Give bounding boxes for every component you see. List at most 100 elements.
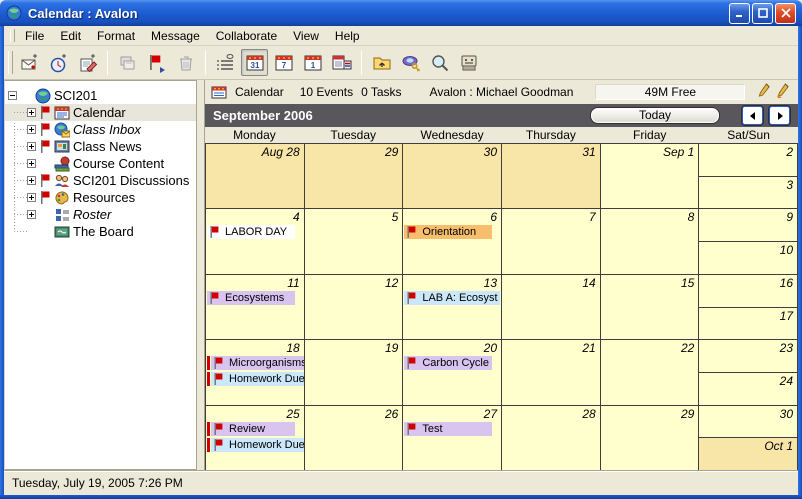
parent-folder-icon[interactable] [368, 49, 395, 76]
day-cell[interactable]: Sep 1 [601, 144, 700, 208]
menu-collaborate[interactable]: Collaborate [208, 27, 285, 45]
day-cell[interactable]: 22 [601, 340, 700, 404]
day-cell[interactable]: 8 [601, 209, 700, 273]
day-cell[interactable]: 21 [502, 340, 601, 404]
day-cell[interactable]: 29 [601, 406, 700, 470]
day-cell[interactable]: 10 [699, 242, 797, 274]
calendar-event[interactable]: Microorganisms [207, 356, 295, 370]
day-cell[interactable]: 20Carbon Cycle [403, 340, 502, 404]
menu-file[interactable]: File [17, 27, 52, 45]
day-cell[interactable]: 17 [699, 308, 797, 340]
pane-splitter[interactable] [197, 80, 204, 470]
day-cell[interactable]: 26 [305, 406, 404, 470]
day-cell[interactable]: 4LABOR DAY [206, 209, 305, 273]
day-cell[interactable]: 12 [305, 275, 404, 339]
day-cell[interactable]: 18MicroorganismsHomework Due [206, 340, 305, 404]
day-view-icon[interactable]: 1 [299, 49, 326, 76]
flag-icon[interactable] [143, 49, 170, 76]
date-label: 12 [305, 275, 403, 291]
date-label: 27 [403, 406, 501, 422]
day-cell[interactable]: 13LAB A: Ecosyst [403, 275, 502, 339]
day-cell[interactable]: Aug 28 [206, 144, 305, 208]
panel-title: Calendar [235, 85, 284, 99]
expand-icon[interactable] [27, 193, 36, 202]
close-button[interactable] [775, 3, 796, 24]
calendar-event[interactable]: Homework Due [207, 372, 295, 386]
board-icon [54, 224, 70, 240]
day-cell[interactable]: 5 [305, 209, 404, 273]
title-bar[interactable]: Calendar : Avalon [0, 0, 802, 26]
calendar-event[interactable]: Ecosystems [207, 291, 295, 305]
new-note-icon[interactable] [74, 49, 101, 76]
calendar-event[interactable]: Homework Due [207, 438, 295, 452]
expand-icon[interactable] [27, 142, 36, 151]
day-cell[interactable]: 30 [403, 144, 502, 208]
day-cell[interactable]: 30 [699, 406, 797, 439]
day-cell[interactable]: 31 [502, 144, 601, 208]
event-body: Orientation [404, 225, 492, 239]
sidebar-item-sci201-discussions[interactable]: SCI201 Discussions [5, 172, 196, 189]
flag-icon [40, 140, 52, 153]
week-view-icon[interactable]: 7 [270, 49, 297, 76]
calendar-event[interactable]: Review [207, 422, 295, 436]
expand-icon[interactable] [27, 176, 36, 185]
tree-item-label: The Board [73, 224, 134, 239]
next-month-button[interactable] [769, 106, 790, 125]
day-cell[interactable]: 7 [502, 209, 601, 273]
sidebar-item-roster[interactable]: Roster [5, 206, 196, 223]
tree-item-label: Resources [73, 190, 135, 205]
calendar-event[interactable]: LAB A: Ecosyst [404, 291, 492, 305]
tree-root-sci201[interactable]: SCI201 [5, 87, 196, 104]
day-cell[interactable]: 6Orientation [403, 209, 502, 273]
day-cell[interactable]: 16 [699, 275, 797, 308]
day-cell[interactable]: 28 [502, 406, 601, 470]
menu-format[interactable]: Format [89, 27, 143, 45]
minimize-button[interactable] [729, 3, 750, 24]
calendar-event[interactable]: LABOR DAY [207, 225, 295, 239]
calendar-event[interactable]: Carbon Cycle [404, 356, 492, 370]
expand-icon[interactable] [27, 125, 36, 134]
month-view-icon[interactable]: 31 [241, 49, 268, 76]
menu-view[interactable]: View [285, 27, 327, 45]
new-message-icon[interactable] [16, 49, 43, 76]
menu-edit[interactable]: Edit [52, 27, 89, 45]
expand-icon[interactable] [27, 108, 36, 117]
list-view-icon[interactable] [212, 49, 239, 76]
expand-icon[interactable] [27, 210, 36, 219]
calendar-event[interactable]: Orientation [404, 225, 492, 239]
date-label: 29 [601, 406, 699, 422]
sidebar-item-class-inbox[interactable]: Class Inbox [5, 121, 196, 138]
search-icon[interactable] [426, 49, 453, 76]
expand-icon[interactable] [27, 159, 36, 168]
today-button[interactable]: Today [590, 107, 720, 124]
day-cell[interactable]: 3 [699, 177, 797, 209]
collapse-icon[interactable] [8, 91, 17, 100]
day-cell[interactable]: 19 [305, 340, 404, 404]
menu-message[interactable]: Message [143, 27, 208, 45]
day-cell[interactable]: 9 [699, 209, 797, 242]
permissions-icon[interactable] [397, 49, 424, 76]
maximize-button[interactable] [752, 3, 773, 24]
print-icon[interactable] [455, 49, 482, 76]
day-cell[interactable]: 29 [305, 144, 404, 208]
day-cell[interactable]: Oct 1 [699, 438, 797, 470]
date-label: 30 [699, 406, 797, 422]
day-cell[interactable]: 27Test [403, 406, 502, 470]
sidebar-item-course-content[interactable]: Course Content [5, 155, 196, 172]
sidebar-item-class-news[interactable]: Class News [5, 138, 196, 155]
menu-help[interactable]: Help [327, 27, 368, 45]
sidebar-item-resources[interactable]: Resources [5, 189, 196, 206]
day-cell[interactable]: 25ReviewHomework Due [206, 406, 305, 470]
previous-month-button[interactable] [742, 106, 763, 125]
day-cell[interactable]: 15 [601, 275, 700, 339]
sidebar-item-calendar[interactable]: Calendar [5, 104, 196, 121]
multi-view-icon[interactable] [328, 49, 355, 76]
day-cell[interactable]: 2 [699, 144, 797, 177]
calendar-event[interactable]: Test [404, 422, 492, 436]
day-cell[interactable]: 23 [699, 340, 797, 373]
day-cell[interactable]: 11Ecosystems [206, 275, 305, 339]
sidebar-item-the-board[interactable]: The Board [5, 223, 196, 240]
new-task-icon[interactable] [45, 49, 72, 76]
day-cell[interactable]: 14 [502, 275, 601, 339]
day-cell[interactable]: 24 [699, 373, 797, 405]
